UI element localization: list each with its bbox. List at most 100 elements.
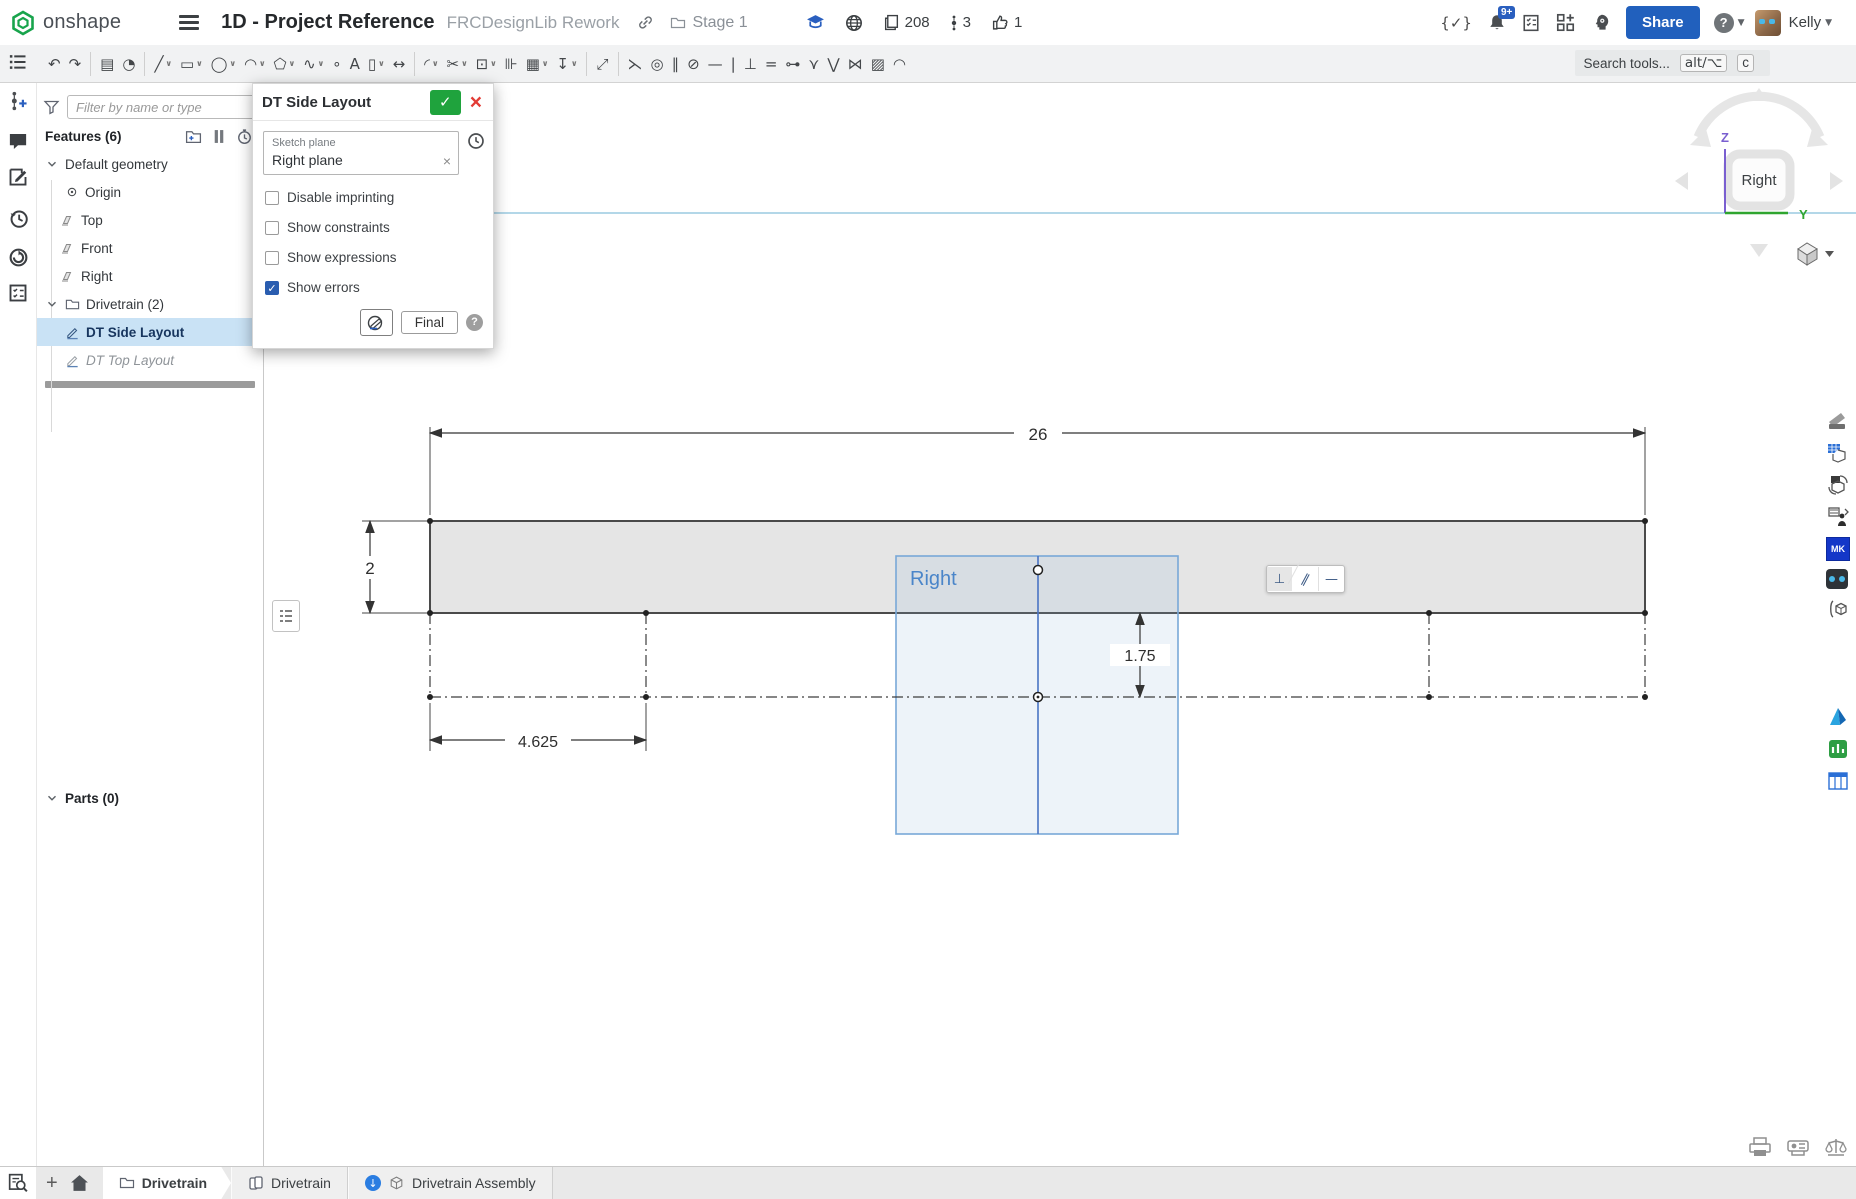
pan-right-arrow[interactable] [1830, 172, 1843, 190]
chevron-down-icon[interactable] [45, 157, 59, 171]
view-cube[interactable]: Right Z Y [1675, 88, 1843, 265]
tool-dimension[interactable]: ↔ [389, 50, 410, 78]
versions-counter[interactable]: 3 [950, 14, 971, 32]
tool-transform[interactable]: ⤢ [592, 50, 612, 78]
tool-undo[interactable]: ↶ [44, 50, 65, 78]
free-point-top[interactable] [1034, 566, 1043, 575]
tab-drivetrain-folder[interactable]: Drivetrain [103, 1167, 231, 1199]
tool-pattern[interactable]: ▦∨ [522, 50, 553, 78]
onshape-logo[interactable]: onshape [10, 10, 121, 36]
clear-selection-icon[interactable]: × [443, 155, 451, 167]
constraint-coincident[interactable]: ⋋ [624, 50, 647, 78]
app-measure-icon[interactable] [1826, 409, 1850, 433]
workspace-breadcrumb[interactable]: Stage 1 [670, 14, 747, 32]
parts-section-header[interactable]: Parts (0) [37, 785, 263, 811]
accept-button[interactable]: ✓ [430, 90, 461, 115]
constraint-vertical[interactable]: | [727, 50, 740, 78]
chevron-down-icon[interactable] [45, 297, 59, 311]
checkbox-show-constraints[interactable]: Show constraints [265, 220, 481, 235]
notes-icon[interactable] [8, 167, 28, 187]
add-tab-button[interactable]: + [46, 1172, 58, 1195]
release-tasks-button[interactable] [1522, 14, 1540, 32]
feature-list-panel-icon[interactable] [8, 52, 28, 72]
tool-slot[interactable]: ▯∨ [364, 50, 389, 78]
rollback-bar[interactable] [45, 381, 255, 388]
tool-rectangle[interactable]: ▭∨ [176, 50, 207, 78]
view-cube-label[interactable]: Right [1741, 172, 1777, 189]
feature-row-drivetrain-folder[interactable]: Drivetrain (2) [37, 290, 263, 318]
tool-polygon[interactable]: ⬠∨ [270, 50, 300, 78]
notifications-button[interactable]: 9+ [1488, 13, 1506, 32]
tool-fillet[interactable]: ◜∨ [420, 50, 442, 78]
constraint-parallel[interactable]: ∥ [668, 50, 684, 78]
context-parallel-button[interactable]: ∥ [1288, 562, 1322, 595]
edit-sketch-button[interactable] [360, 309, 393, 336]
versions-graph-icon[interactable] [8, 247, 29, 268]
checkbox-box[interactable] [265, 251, 279, 265]
tool-point[interactable]: ∘ [328, 50, 345, 78]
edu-badge[interactable] [806, 14, 825, 31]
constraint-pierce[interactable]: ⋁ [823, 50, 843, 78]
tool-arc[interactable]: ◠∨ [240, 50, 270, 78]
share-button[interactable]: Share [1626, 6, 1700, 39]
help-caret-icon[interactable]: ▼ [1738, 18, 1745, 28]
graphics-area[interactable]: Right 26 2 4.625 [264, 83, 1856, 1166]
constraint-normal[interactable]: ⋎ [804, 50, 823, 78]
update-available-icon[interactable]: ↓ [365, 1175, 381, 1191]
constraint-tangent[interactable]: ⊘ [683, 50, 704, 78]
checkbox-box[interactable] [265, 221, 279, 235]
app-robot-icon[interactable] [1826, 569, 1848, 589]
tab-drivetrain-partstudio[interactable]: Drivetrain [231, 1167, 348, 1199]
checkbox-show-errors[interactable]: ✓ Show errors [265, 280, 481, 295]
checkbox-box[interactable] [265, 191, 279, 205]
public-indicator[interactable] [845, 14, 863, 32]
help-button[interactable]: ? [1714, 13, 1734, 33]
suppress-columns-icon[interactable] [213, 129, 225, 144]
chevron-down-icon[interactable] [45, 791, 59, 805]
context-horizontal-button[interactable]: — [1318, 567, 1344, 591]
feature-filter-input[interactable] [67, 95, 255, 119]
feature-row-front-plane[interactable]: Front [37, 234, 263, 262]
feature-row-dt-top-layout[interactable]: DT Top Layout [37, 346, 263, 374]
tab-manager-home-button[interactable] [70, 1174, 89, 1192]
cancel-button[interactable]: × [468, 92, 484, 113]
feature-row-default-geometry[interactable]: Default geometry [37, 150, 263, 178]
feature-row-dt-side-layout[interactable]: DT Side Layout [37, 318, 263, 346]
sketch-list-toggle-button[interactable] [272, 600, 300, 632]
sketch-canvas[interactable]: Right 26 2 4.625 [264, 83, 1856, 1166]
tool-extrude[interactable]: ▤ [96, 50, 118, 78]
tab-drivetrain-assembly[interactable]: ↓ Drivetrain Assembly [348, 1167, 553, 1199]
app-kite-icon[interactable] [1826, 705, 1850, 729]
deterministic-time-icon[interactable] [467, 132, 485, 150]
view-menu-caret-icon[interactable] [1825, 251, 1834, 257]
feature-row-origin[interactable]: Origin [37, 178, 263, 206]
constraint-symmetric[interactable]: ⋈ [844, 50, 867, 78]
tool-trim[interactable]: ✂∨ [442, 50, 471, 78]
dim-center-label[interactable]: 1.75 [1124, 648, 1155, 665]
app-mk-icon[interactable]: MK [1826, 537, 1850, 561]
link-icon[interactable] [637, 14, 654, 31]
app-cube-sync-icon[interactable] [1826, 473, 1850, 497]
search-tools-button[interactable]: Search tools... alt/⌥ c [1575, 50, 1770, 76]
create-version-icon[interactable] [8, 90, 28, 112]
constraint-concentric[interactable]: ◎ [647, 50, 668, 78]
dim-width-label[interactable]: 26 [1029, 425, 1048, 444]
app-table-columns-icon[interactable] [1826, 769, 1850, 793]
plotter-icon[interactable] [1786, 1137, 1810, 1157]
tool-mirror[interactable]: ⊪ [501, 50, 522, 78]
featurescript-check-icon[interactable]: {✓} [1440, 14, 1472, 32]
checkbox-box[interactable]: ✓ [265, 281, 279, 295]
tab-search-button[interactable] [0, 1167, 36, 1199]
checkbox-show-expressions[interactable]: Show expressions [265, 250, 481, 265]
feature-row-right-plane[interactable]: Right [37, 262, 263, 290]
new-folder-icon[interactable] [185, 129, 202, 144]
app-store-button[interactable] [1556, 13, 1575, 32]
custom-tables-icon[interactable] [8, 283, 28, 303]
pan-down-arrow[interactable] [1750, 244, 1768, 257]
constraint-perpendicular[interactable]: ⊥ [740, 50, 761, 78]
app-bracket-cube-icon[interactable] [1826, 597, 1850, 621]
constraint-fix[interactable]: ▨ [867, 50, 889, 78]
main-menu-icon[interactable] [179, 12, 199, 33]
tool-spline[interactable]: ∿∨ [299, 50, 328, 78]
tool-export-dxf[interactable]: ↧∨ [552, 50, 581, 78]
